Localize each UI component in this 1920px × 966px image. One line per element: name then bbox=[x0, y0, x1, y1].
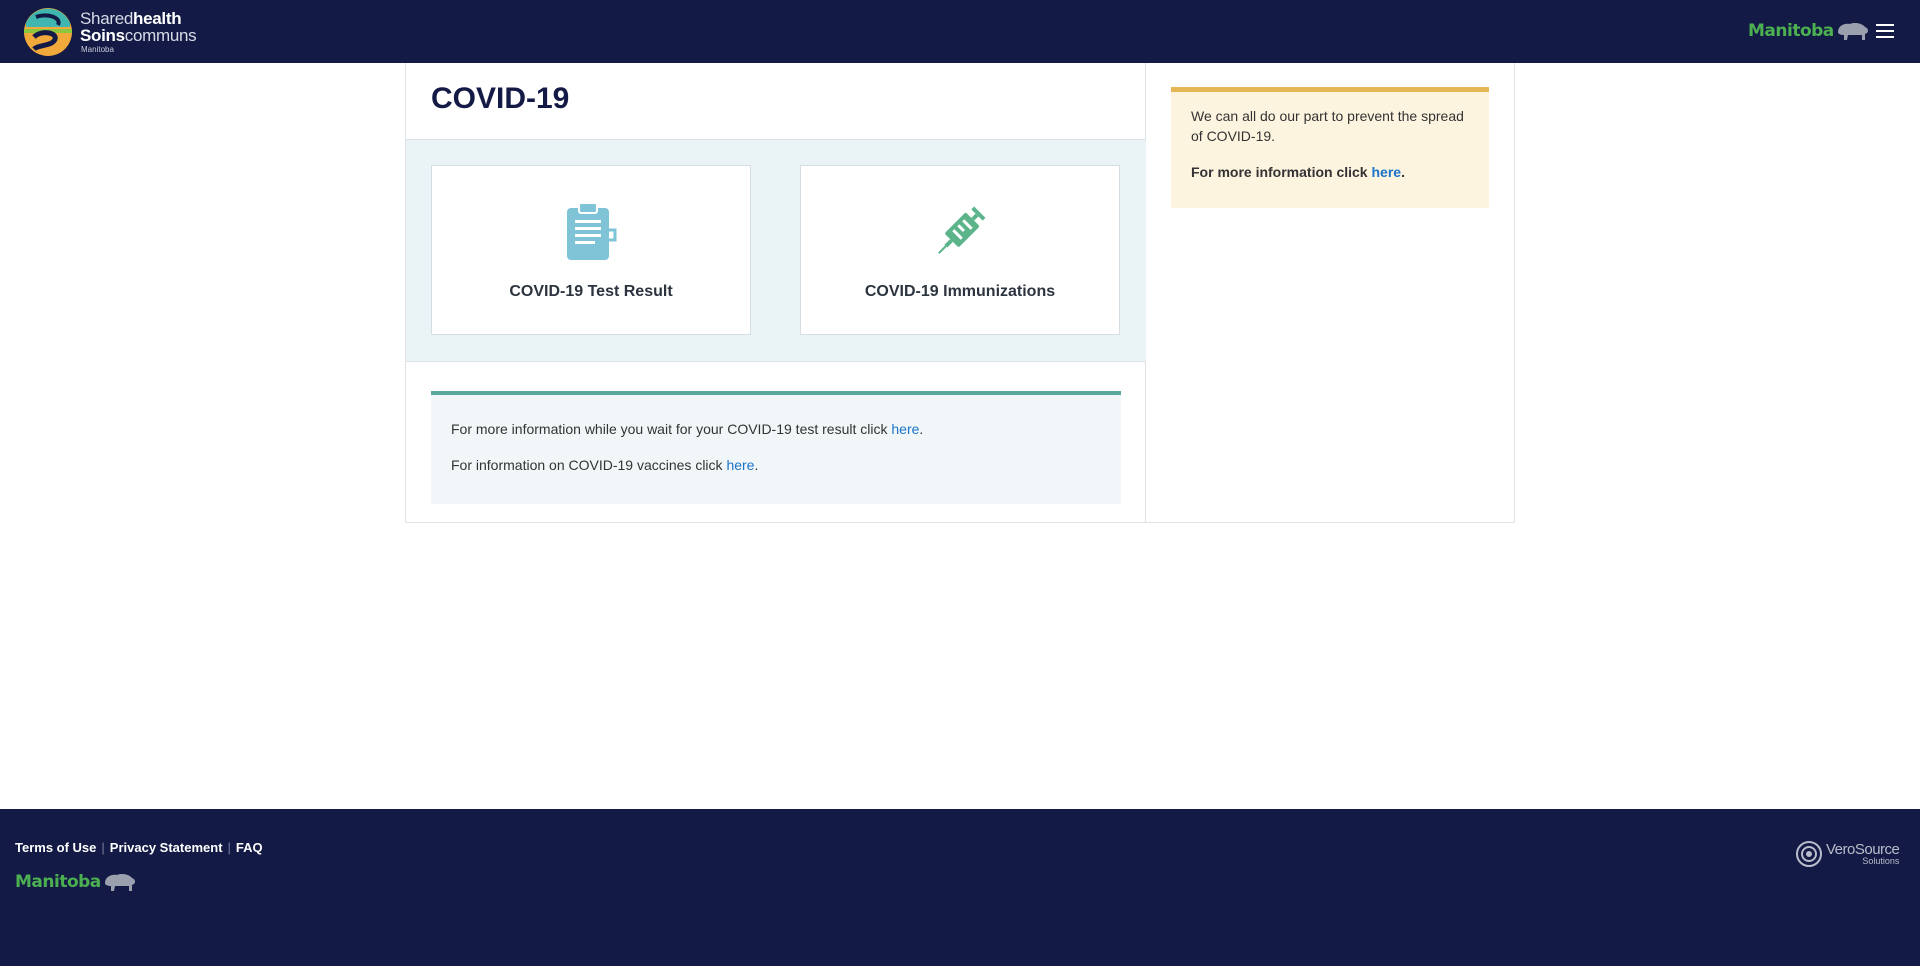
covid-immunizations-tile[interactable]: COVID-19 Immunizations bbox=[800, 165, 1120, 335]
tiles-section: COVID-19 Test Result COVID-19 Immunizati… bbox=[406, 140, 1146, 362]
logo-line2-bold: Soins bbox=[80, 26, 125, 45]
tile-label-test-result: COVID-19 Test Result bbox=[509, 283, 673, 300]
info-line1-end: . bbox=[919, 421, 924, 437]
footer-separator: | bbox=[101, 840, 105, 855]
covid-test-result-tile[interactable]: COVID-19 Test Result bbox=[431, 165, 751, 335]
logo-line3: Manitoba bbox=[81, 45, 114, 54]
verosource-wordmark: VeroSource Solutions bbox=[1826, 841, 1900, 866]
info-panel: For more information while you wait for … bbox=[431, 391, 1121, 504]
manitoba-logo-header: Manitoba bbox=[1748, 20, 1870, 42]
test-result-info-link[interactable]: here bbox=[891, 421, 919, 437]
prevention-notice: We can all do our part to prevent the sp… bbox=[1171, 87, 1489, 208]
info-line2-text: For information on COVID-19 vaccines cli… bbox=[451, 457, 727, 473]
bison-icon bbox=[104, 874, 135, 891]
clipboard-icon bbox=[567, 202, 617, 260]
shared-health-logo[interactable]: Sharedhealth Soinscommuns Manitoba bbox=[22, 7, 197, 57]
footer-links: Terms of Use | Privacy Statement | FAQ bbox=[15, 840, 263, 855]
shared-health-logo-icon bbox=[24, 8, 72, 56]
info-line2-end: . bbox=[754, 457, 759, 473]
notice-more-end: . bbox=[1401, 164, 1405, 180]
info-line-vaccines: For information on COVID-19 vaccines cli… bbox=[451, 457, 758, 473]
bison-icon bbox=[1837, 23, 1868, 40]
hamburger-menu-icon[interactable] bbox=[1876, 24, 1894, 38]
terms-of-use-link[interactable]: Terms of Use bbox=[15, 840, 96, 855]
manitoba-logo-footer: Manitoba bbox=[15, 871, 137, 893]
manitoba-wordmark: Manitoba bbox=[1748, 21, 1834, 41]
info-line-test-result: For more information while you wait for … bbox=[451, 421, 923, 437]
page-title: COVID-19 bbox=[431, 82, 570, 115]
privacy-statement-link[interactable]: Privacy Statement bbox=[110, 840, 223, 855]
footer-separator: | bbox=[227, 840, 231, 855]
prevention-info-link[interactable]: here bbox=[1371, 164, 1401, 180]
info-line1-text: For more information while you wait for … bbox=[451, 421, 892, 437]
tile-label-immunizations: COVID-19 Immunizations bbox=[864, 283, 1056, 300]
notice-more-info: For more information click here. bbox=[1191, 164, 1405, 180]
faq-link[interactable]: FAQ bbox=[236, 840, 263, 855]
vendor-name: VeroSource bbox=[1826, 841, 1900, 858]
verosource-logo: VeroSource Solutions bbox=[1795, 840, 1900, 868]
top-header: Sharedhealth Soinscommuns Manitoba Manit… bbox=[0, 0, 1920, 63]
logo-line2-light: communs bbox=[124, 26, 197, 45]
vaccine-info-link[interactable]: here bbox=[726, 457, 754, 473]
notice-text: We can all do our part to prevent the sp… bbox=[1191, 108, 1464, 144]
logo-wordmark: Sharedhealth Soinscommuns Manitoba bbox=[80, 10, 197, 54]
syringe-icon bbox=[938, 206, 986, 254]
left-column: COVID-19 COVID-19 Test Result COVID-19 I… bbox=[406, 63, 1146, 522]
vendor-tagline: Solutions bbox=[1862, 856, 1900, 866]
manitoba-wordmark-footer: Manitoba bbox=[15, 872, 101, 892]
notice-more-text: For more information click bbox=[1191, 164, 1372, 180]
verosource-logo-icon bbox=[1796, 841, 1822, 867]
footer: Terms of Use | Privacy Statement | FAQ M… bbox=[0, 809, 1920, 966]
